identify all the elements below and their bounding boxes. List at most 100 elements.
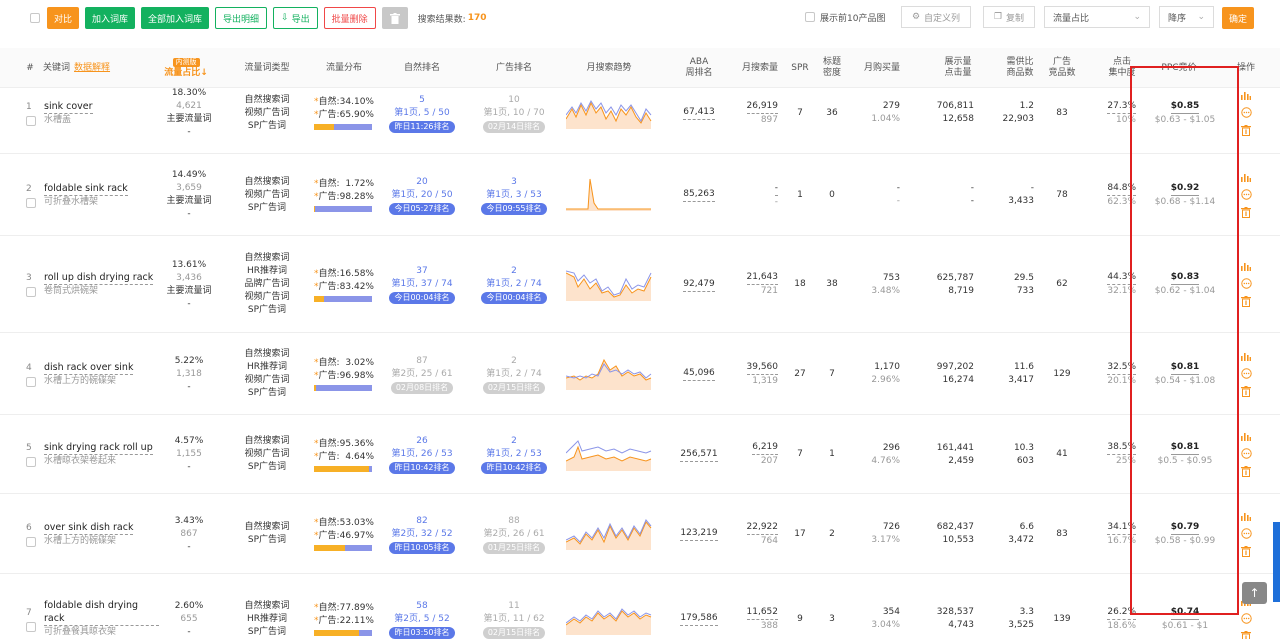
delete-icon[interactable] [1241,124,1251,136]
aba-rank-value[interactable]: 45,096 [683,367,715,381]
col-monthly-search[interactable]: 月搜索量 [738,48,782,88]
keyword-text[interactable]: sink cover [44,100,93,114]
col-organic-rank[interactable]: 自然排名 [390,48,454,88]
keyword-text[interactable]: foldable dish drying rack [44,599,159,626]
organic-rank-badge[interactable]: 昨日11:26排名 [389,120,455,133]
bar-chart-icon[interactable] [1241,432,1251,441]
organic-rank-badge[interactable]: 昨日10:42排名 [389,462,455,474]
export-button[interactable]: ⇩ 导出 [273,7,318,29]
show-top10-checkbox[interactable] [805,12,815,22]
monthly-trend-cell[interactable] [566,415,652,494]
monthly-search-value[interactable]: 6,219 [752,441,778,455]
delete-icon[interactable] [1241,545,1251,557]
col-title-density[interactable]: 标题 密度 [819,48,845,88]
keyword-text[interactable]: dish rack over sink [44,361,134,375]
delete-icon[interactable] [1241,466,1251,477]
col-supply[interactable]: 需供比 商品数 [1002,48,1038,88]
monthly-trend-cell[interactable] [566,574,652,639]
monthly-search-value[interactable]: 39,560 [746,361,778,375]
sort-field-select[interactable]: 流量占比 ⌄ [1044,6,1150,28]
flow-share-percent: 18.30% [171,88,207,98]
keyword-text[interactable]: over sink dish rack [44,521,134,535]
trash-button[interactable] [381,7,408,29]
delete-icon[interactable] [1241,385,1251,397]
monthly-trend-cell[interactable] [566,88,652,154]
more-options-icon[interactable] [1240,612,1252,624]
aba-rank-value[interactable]: 256,571 [680,448,718,462]
custom-columns-button[interactable]: ⚙ 自定义列 [901,6,971,28]
more-options-icon[interactable] [1240,527,1252,539]
more-options-icon[interactable] [1240,188,1252,200]
bar-chart-icon[interactable] [1241,173,1251,182]
organic-rank-badge[interactable]: 昨日03:50排名 [389,626,455,639]
organic-rank-badge[interactable]: 今日05:27排名 [389,202,455,215]
monthly-search-value[interactable]: 26,919 [746,100,778,114]
sort-order-select[interactable]: 降序 ⌄ [1159,6,1214,28]
aba-rank-value[interactable]: 67,413 [683,106,715,120]
monthly-trend-cell[interactable] [566,494,652,574]
more-options-icon[interactable] [1240,278,1252,289]
col-impressions[interactable]: 展示量 点击量 [938,48,978,88]
monthly-search-value[interactable]: - [774,182,778,196]
bar-chart-icon[interactable] [1241,352,1251,361]
export-details-button[interactable]: 导出明细 [215,7,268,29]
ad-rank-badge[interactable]: 02月15日排名 [482,626,546,639]
keyword-text[interactable]: sink drying rack roll up [44,441,153,455]
keyword-text[interactable]: roll up dish drying rack [44,271,154,285]
row-checkbox[interactable] [26,115,36,126]
row-checkbox[interactable] [26,197,36,208]
more-options-icon[interactable] [1240,367,1252,379]
aba-rank-value[interactable]: 179,586 [680,612,718,626]
aba-rank-value[interactable]: 123,219 [680,527,718,541]
ad-rank-badge[interactable]: 今日09:55排名 [481,202,547,215]
monthly-trend-cell[interactable] [566,333,652,415]
delete-icon[interactable] [1241,296,1251,307]
col-monthly-buy[interactable]: 月购买量 [860,48,904,88]
row-checkbox[interactable] [26,536,36,547]
ad-rank-badge[interactable]: 昨日10:42排名 [481,462,547,474]
monthly-search-value[interactable]: 11,652 [746,606,778,620]
batch-delete-button[interactable]: 批量删除 [323,7,376,29]
add-to-library-button[interactable]: 加入词库 [85,7,136,29]
col-ad-rank[interactable]: 广告排名 [481,48,547,88]
row-checkbox[interactable] [26,287,36,297]
organic-rank-badge[interactable]: 今日00:04排名 [389,292,455,304]
ad-rank-badge[interactable]: 今日00:04排名 [481,292,547,304]
confirm-button[interactable]: 确定 [1222,7,1255,29]
organic-rank-badge[interactable]: 昨日10:05排名 [389,541,455,554]
bar-chart-icon[interactable] [1241,512,1251,521]
show-top10-toggle[interactable]: 展示前10产品图 [805,6,885,28]
monthly-trend-cell[interactable] [566,236,652,333]
row-checkbox[interactable] [26,457,36,467]
ad-rank-badge[interactable]: 02月15日排名 [482,381,546,394]
bar-chart-icon[interactable] [1241,91,1251,100]
side-panel-tab[interactable] [1273,522,1280,602]
keyword-text[interactable]: foldable sink rack [44,182,128,196]
col-flow-share[interactable]: 内测版 流量占比↓ [160,48,212,88]
aba-rank-value[interactable]: 92,479 [683,278,715,292]
scroll-to-top-button[interactable]: ↑ [1242,582,1267,604]
compare-button[interactable]: 对比 [47,7,80,29]
col-ads[interactable]: 广告 竞品数 [1044,48,1080,88]
aba-rank-value[interactable]: 85,263 [683,188,715,202]
flow-share-cell: 5.22% 1,318 - [160,333,218,415]
more-options-icon[interactable] [1240,448,1252,459]
col-spr[interactable]: SPR [789,48,811,88]
data-explain-link[interactable]: 数据解释 [74,63,110,74]
ad-rank-badge[interactable]: 02月14日排名 [482,120,546,133]
delete-icon[interactable] [1241,630,1251,639]
delete-icon[interactable] [1241,206,1251,218]
ad-rank-badge[interactable]: 01月25日排名 [482,541,546,554]
monthly-search-value[interactable]: 22,922 [746,521,778,535]
organic-rank-badge[interactable]: 02月08日排名 [390,381,454,394]
monthly-trend-cell[interactable] [566,154,652,236]
select-all-checkbox[interactable] [30,13,40,23]
add-all-to-library-button[interactable]: 全部加入词库 [141,7,210,29]
col-aba[interactable]: ABA 周排名 [676,48,722,88]
more-options-icon[interactable] [1240,106,1252,118]
row-checkbox[interactable] [26,376,36,387]
bar-chart-icon[interactable] [1241,262,1251,271]
copy-button[interactable]: ❐ 复制 [983,6,1035,28]
row-checkbox[interactable] [26,621,36,632]
monthly-search-value[interactable]: 21,643 [746,271,778,285]
